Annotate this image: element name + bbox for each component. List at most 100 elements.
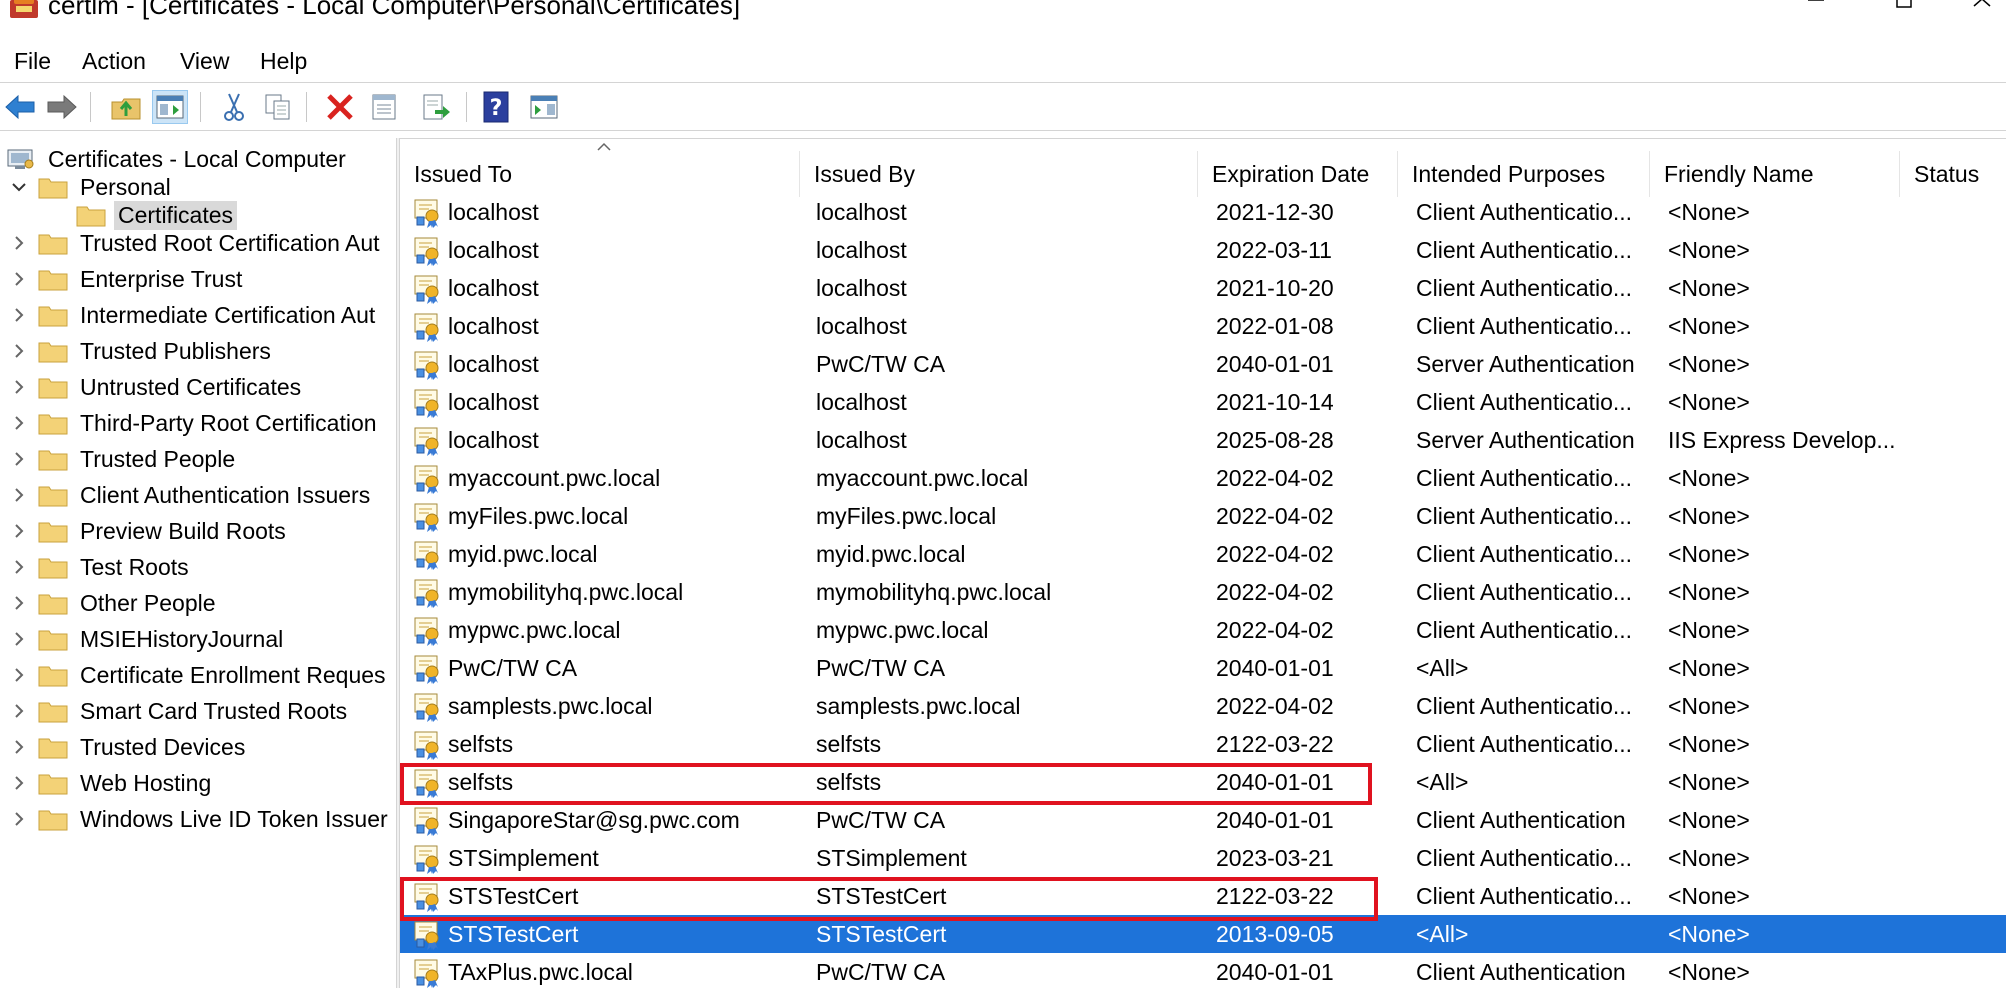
forward-button[interactable] <box>44 90 80 124</box>
menu-file[interactable]: File <box>10 44 55 78</box>
up-one-level-button[interactable] <box>108 90 144 124</box>
tree-item[interactable]: MSIEHistoryJournal <box>8 622 287 656</box>
table-row[interactable]: STSTestCert STSTestCert 2013-09-05 <All> <No… <box>400 915 2006 953</box>
chevron-right-icon[interactable] <box>8 772 30 794</box>
table-row[interactable]: SingaporeStar@sg.pwc.com PwC/TW CA 2040-01… <box>400 801 2006 839</box>
action-pane-button[interactable] <box>526 90 562 124</box>
tree-item[interactable]: Test Roots <box>8 550 193 584</box>
tree-item[interactable]: Windows Live ID Token Issuer <box>8 802 392 836</box>
export-list-button[interactable] <box>418 90 454 124</box>
chevron-right-icon[interactable] <box>8 556 30 578</box>
minimize-icon[interactable] <box>1796 0 1836 22</box>
tree-item[interactable]: Preview Build Roots <box>8 514 290 548</box>
chevron-right-icon[interactable] <box>8 412 30 434</box>
cell-status <box>1918 421 1998 459</box>
table-row[interactable]: STSimplement STSimplement 2023-03-21 Client… <box>400 839 2006 877</box>
column-intended-purposes[interactable]: Intended Purposes <box>1398 151 1650 197</box>
tree-item[interactable]: Client Authentication Issuers <box>8 478 374 512</box>
tree-item[interactable]: Third-Party Root Certification <box>8 406 381 440</box>
table-row[interactable]: localhost PwC/TW CA 2040-01-01 Server Authe… <box>400 345 2006 383</box>
folder-icon <box>38 810 68 831</box>
chevron-right-icon[interactable] <box>8 484 30 506</box>
close-icon[interactable] <box>1962 0 2002 22</box>
folder-icon <box>76 206 106 227</box>
tree-item[interactable]: Intermediate Certification Aut <box>8 298 379 332</box>
cell-status <box>1918 915 1998 953</box>
column-expiration-date[interactable]: Expiration Date <box>1198 151 1398 197</box>
copy-button[interactable] <box>260 90 296 124</box>
properties-button[interactable] <box>366 90 402 124</box>
table-row[interactable]: samplests.pwc.local samplests.pwc.local 20… <box>400 687 2006 725</box>
cell-status <box>1918 611 1998 649</box>
cell-issued-to: mypwc.pwc.local <box>448 617 621 643</box>
tree-item[interactable]: Enterprise Trust <box>8 262 246 296</box>
chevron-right-icon[interactable] <box>8 628 30 650</box>
chevron-right-icon[interactable] <box>8 700 30 722</box>
folder-icon <box>38 178 68 199</box>
chevron-right-icon[interactable] <box>8 268 30 290</box>
tree-item-label: Web Hosting <box>80 769 212 796</box>
cell-intended-purposes: Client Authenticatio... <box>1416 693 1633 719</box>
tree-item[interactable]: Smart Card Trusted Roots <box>8 694 351 728</box>
table-row[interactable]: mymobilityhq.pwc.local mymobilityhq.pwc.l… <box>400 573 2006 611</box>
tree-item[interactable]: Trusted People <box>8 442 239 476</box>
tree-item[interactable]: Trusted Devices <box>8 730 249 764</box>
tree-item-label: Test Roots <box>80 553 189 580</box>
column-status[interactable]: Status <box>1900 151 2006 197</box>
table-row[interactable]: selfsts selfsts 2122-03-22 Client Authentic… <box>400 725 2006 763</box>
chevron-right-icon[interactable] <box>8 592 30 614</box>
maximize-icon[interactable] <box>1884 0 1924 22</box>
certificate-icon <box>414 807 439 836</box>
chevron-right-icon[interactable] <box>8 448 30 470</box>
cut-button[interactable] <box>216 90 252 124</box>
cell-issued-to: localhost <box>448 199 539 225</box>
table-row[interactable]: localhost localhost 2022-03-11 Client Authe… <box>400 231 2006 269</box>
table-row[interactable]: STSTestCert STSTestCert 2122-03-22 Client A… <box>400 877 2006 915</box>
tree-item[interactable]: Trusted Root Certification Aut <box>8 226 384 260</box>
table-row[interactable]: localhost localhost 2021-12-30 Client Authe… <box>400 193 2006 231</box>
chevron-right-icon[interactable] <box>8 376 30 398</box>
column-friendly-name[interactable]: Friendly Name <box>1650 151 1900 197</box>
chevron-right-icon[interactable] <box>8 664 30 686</box>
menu-action[interactable]: Action <box>78 44 150 78</box>
cell-intended-purposes: Client Authenticatio... <box>1416 845 1633 871</box>
show-hide-tree-button[interactable] <box>152 90 188 124</box>
table-row[interactable]: localhost localhost 2021-10-20 Client Authe… <box>400 269 2006 307</box>
chevron-right-icon[interactable] <box>8 520 30 542</box>
table-row[interactable]: TAxPlus.pwc.local PwC/TW CA 2040-01-01 Clie… <box>400 953 2006 988</box>
chevron-right-icon[interactable] <box>8 340 30 362</box>
tree-item[interactable]: Trusted Publishers <box>8 334 275 368</box>
table-row[interactable]: myid.pwc.local myid.pwc.local 2022-04-02 Cl… <box>400 535 2006 573</box>
menu-view[interactable]: View <box>176 44 233 78</box>
chevron-right-icon[interactable] <box>8 808 30 830</box>
table-row[interactable]: myaccount.pwc.local myaccount.pwc.local 20… <box>400 459 2006 497</box>
folder-icon <box>38 666 68 687</box>
chevron-right-icon[interactable] <box>8 736 30 758</box>
tree-item[interactable]: Untrusted Certificates <box>8 370 305 404</box>
chevron-down-icon[interactable] <box>8 176 30 198</box>
computer-certificates-icon <box>7 149 34 169</box>
table-row[interactable]: PwC/TW CA PwC/TW CA 2040-01-01 <All> <None> <box>400 649 2006 687</box>
back-button[interactable] <box>2 90 38 124</box>
column-issued-by[interactable]: Issued By <box>800 151 1198 197</box>
column-issued-to[interactable]: Issued To <box>400 151 800 197</box>
table-row[interactable]: selfsts selfsts 2040-01-01 <All> <None> <box>400 763 2006 801</box>
menu-help[interactable]: Help <box>256 44 311 78</box>
delete-button[interactable] <box>322 90 358 124</box>
help-icon: ? <box>483 91 509 123</box>
table-row[interactable]: localhost localhost 2022-01-08 Client Authe… <box>400 307 2006 345</box>
cell-expiration-date: 2021-12-30 <box>1216 199 1334 225</box>
table-row[interactable]: myFiles.pwc.local myFiles.pwc.local 2022-0… <box>400 497 2006 535</box>
cell-issued-by: mypwc.pwc.local <box>816 617 989 643</box>
help-button[interactable]: ? <box>478 90 514 124</box>
table-row[interactable]: localhost localhost 2025-08-28 Server Authe… <box>400 421 2006 459</box>
chevron-right-icon[interactable] <box>8 304 30 326</box>
tree-item[interactable]: Certificate Enrollment Reques <box>8 658 390 692</box>
tree-item[interactable]: Web Hosting <box>8 766 215 800</box>
tree-item[interactable]: Other People <box>8 586 220 620</box>
chevron-right-icon[interactable] <box>8 232 30 254</box>
tree-item-label: Smart Card Trusted Roots <box>80 697 348 724</box>
table-row[interactable]: localhost localhost 2021-10-14 Client Authe… <box>400 383 2006 421</box>
table-row[interactable]: mypwc.pwc.local mypwc.pwc.local 2022-04-02… <box>400 611 2006 649</box>
cell-intended-purposes: Client Authenticatio... <box>1416 237 1633 263</box>
